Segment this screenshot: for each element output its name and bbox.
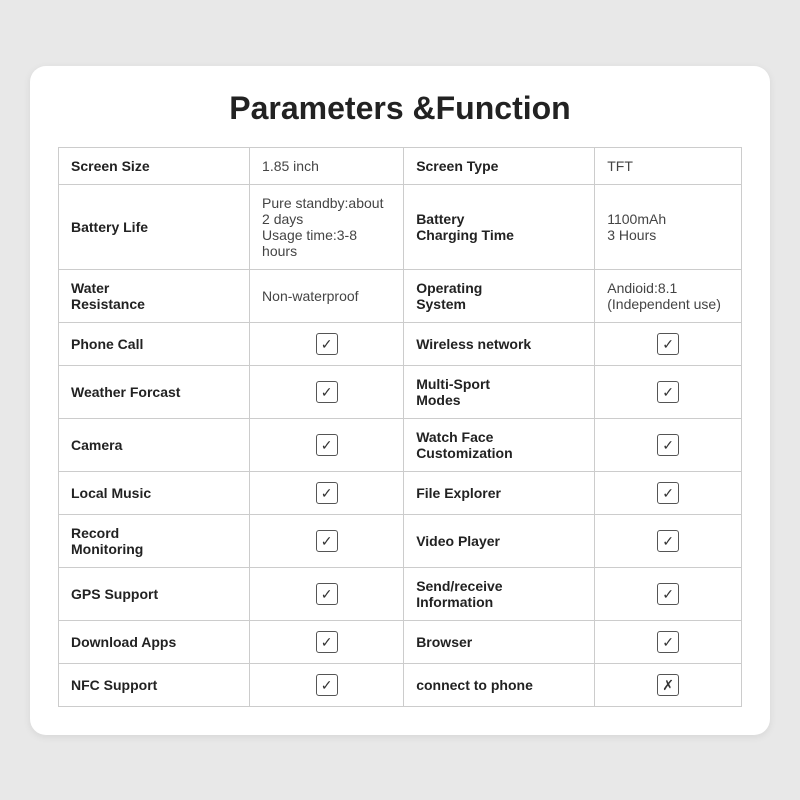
table-row: NFC Support ✓ connect to phone ✗ bbox=[59, 663, 742, 706]
left-value-3: ✓ bbox=[250, 322, 404, 365]
left-value-8: ✓ bbox=[250, 567, 404, 620]
cross-icon: ✗ bbox=[657, 674, 679, 696]
left-label-5: Camera bbox=[59, 418, 250, 471]
left-label-3: Phone Call bbox=[59, 322, 250, 365]
right-value-0: TFT bbox=[595, 147, 742, 184]
left-label-1: Battery Life bbox=[59, 184, 250, 269]
check-icon: ✓ bbox=[657, 333, 679, 355]
left-value-5: ✓ bbox=[250, 418, 404, 471]
right-value-9: ✓ bbox=[595, 620, 742, 663]
table-row: Screen Size1.85 inchScreen TypeTFT bbox=[59, 147, 742, 184]
check-icon: ✓ bbox=[316, 482, 338, 504]
table-row: Camera ✓ Watch Face Customization ✓ bbox=[59, 418, 742, 471]
left-label-8: GPS Support bbox=[59, 567, 250, 620]
parameters-card: Parameters &Function Screen Size1.85 inc… bbox=[30, 66, 770, 735]
check-icon: ✓ bbox=[657, 631, 679, 653]
table-row: Phone Call ✓ Wireless network ✓ bbox=[59, 322, 742, 365]
left-label-9: Download Apps bbox=[59, 620, 250, 663]
check-icon: ✓ bbox=[657, 530, 679, 552]
right-value-7: ✓ bbox=[595, 514, 742, 567]
left-label-10: NFC Support bbox=[59, 663, 250, 706]
table-row: Local Music ✓ File Explorer ✓ bbox=[59, 471, 742, 514]
parameters-table: Screen Size1.85 inchScreen TypeTFTBatter… bbox=[58, 147, 742, 707]
right-value-1: 1100mAh 3 Hours bbox=[595, 184, 742, 269]
left-label-2: Water Resistance bbox=[59, 269, 250, 322]
right-label-1: Battery Charging Time bbox=[404, 184, 595, 269]
right-value-8: ✓ bbox=[595, 567, 742, 620]
left-value-7: ✓ bbox=[250, 514, 404, 567]
check-icon: ✓ bbox=[657, 434, 679, 456]
right-value-2: Andioid:8.1 (Independent use) bbox=[595, 269, 742, 322]
right-value-10: ✗ bbox=[595, 663, 742, 706]
left-label-4: Weather Forcast bbox=[59, 365, 250, 418]
page-title: Parameters &Function bbox=[58, 90, 742, 127]
table-row: Battery LifePure standby:about 2 days Us… bbox=[59, 184, 742, 269]
table-row: GPS Support ✓ Send/receive Information ✓ bbox=[59, 567, 742, 620]
left-label-7: Record Monitoring bbox=[59, 514, 250, 567]
check-icon: ✓ bbox=[316, 530, 338, 552]
left-value-1: Pure standby:about 2 days Usage time:3-8… bbox=[250, 184, 404, 269]
table-row: Water ResistanceNon-waterproofOperating … bbox=[59, 269, 742, 322]
table-row: Download Apps ✓ Browser ✓ bbox=[59, 620, 742, 663]
right-label-2: Operating System bbox=[404, 269, 595, 322]
left-value-2: Non-waterproof bbox=[250, 269, 404, 322]
right-label-3: Wireless network bbox=[404, 322, 595, 365]
left-value-4: ✓ bbox=[250, 365, 404, 418]
right-label-4: Multi-Sport Modes bbox=[404, 365, 595, 418]
right-value-6: ✓ bbox=[595, 471, 742, 514]
check-icon: ✓ bbox=[657, 381, 679, 403]
check-icon: ✓ bbox=[316, 434, 338, 456]
right-value-4: ✓ bbox=[595, 365, 742, 418]
right-label-5: Watch Face Customization bbox=[404, 418, 595, 471]
left-label-0: Screen Size bbox=[59, 147, 250, 184]
right-label-10: connect to phone bbox=[404, 663, 595, 706]
check-icon: ✓ bbox=[316, 674, 338, 696]
left-label-6: Local Music bbox=[59, 471, 250, 514]
check-icon: ✓ bbox=[316, 333, 338, 355]
right-label-9: Browser bbox=[404, 620, 595, 663]
right-label-6: File Explorer bbox=[404, 471, 595, 514]
table-row: Record Monitoring ✓ Video Player ✓ bbox=[59, 514, 742, 567]
check-icon: ✓ bbox=[316, 583, 338, 605]
left-value-0: 1.85 inch bbox=[250, 147, 404, 184]
left-value-10: ✓ bbox=[250, 663, 404, 706]
check-icon: ✓ bbox=[316, 381, 338, 403]
right-value-3: ✓ bbox=[595, 322, 742, 365]
table-row: Weather Forcast ✓ Multi-Sport Modes ✓ bbox=[59, 365, 742, 418]
right-value-5: ✓ bbox=[595, 418, 742, 471]
check-icon: ✓ bbox=[657, 482, 679, 504]
left-value-9: ✓ bbox=[250, 620, 404, 663]
check-icon: ✓ bbox=[316, 631, 338, 653]
check-icon: ✓ bbox=[657, 583, 679, 605]
right-label-0: Screen Type bbox=[404, 147, 595, 184]
left-value-6: ✓ bbox=[250, 471, 404, 514]
right-label-8: Send/receive Information bbox=[404, 567, 595, 620]
right-label-7: Video Player bbox=[404, 514, 595, 567]
